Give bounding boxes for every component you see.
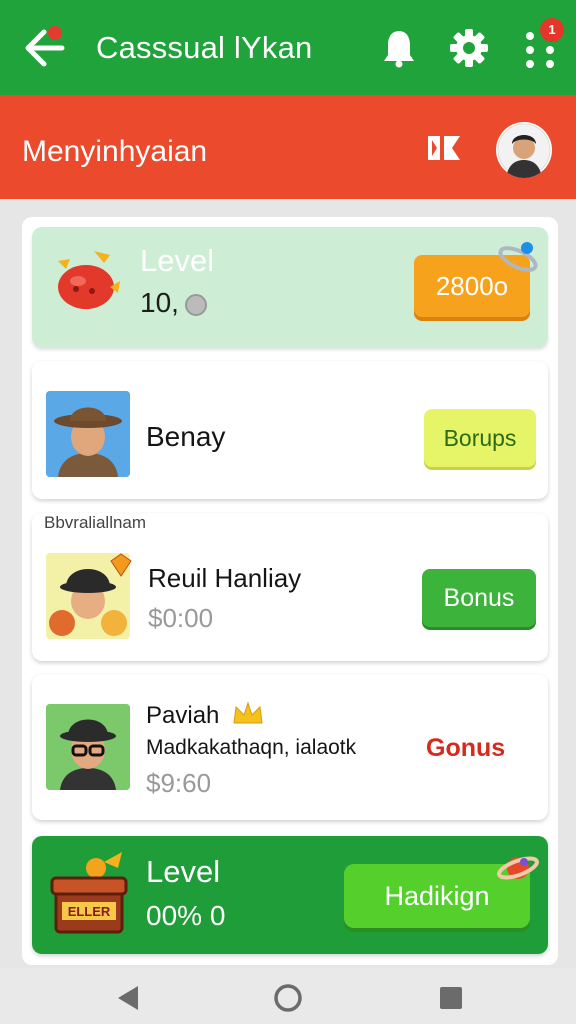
- triangle-back-icon[interactable]: [114, 984, 142, 1012]
- bonus-button[interactable]: Borups: [424, 409, 536, 467]
- app-title: Casssual lYkan: [96, 30, 313, 65]
- list-item[interactable]: Paviah Madkakathaqn, ialaotk $9:60 Gonus: [32, 674, 548, 820]
- flag-icon[interactable]: [424, 132, 464, 164]
- list-item[interactable]: Bbvraliallnam Reuil Hanliay $0:00 Bonus: [32, 513, 548, 661]
- content-panel: Level 10, 2800o Benay Borups Bbvralialln…: [22, 217, 558, 965]
- notification-dot: [48, 26, 62, 40]
- player-name: Benay: [146, 421, 226, 452]
- player-name: Reuil Hanliay: [148, 563, 302, 593]
- bonus-button[interactable]: Bonus: [422, 569, 536, 627]
- player-name: Paviah: [146, 702, 220, 729]
- section-title: Menyinhyaian: [22, 135, 208, 168]
- avatar[interactable]: [496, 122, 552, 178]
- coin-icon: [184, 293, 207, 316]
- price-label: $0:00: [148, 603, 214, 633]
- ring-icon: [498, 242, 538, 272]
- profile-image: [46, 704, 130, 790]
- card-caption: Bbvraliallnam: [44, 513, 147, 532]
- gear-icon[interactable]: [448, 27, 490, 69]
- level-progress: 00% 0: [146, 900, 226, 931]
- profile-image: [46, 391, 130, 477]
- level-value: 10,: [140, 287, 207, 319]
- planet-icon: [497, 856, 539, 880]
- square-recents-icon[interactable]: [438, 985, 464, 1011]
- level-label: Level: [140, 243, 215, 278]
- notification-badge: 1: [540, 18, 564, 42]
- price-label: $9:60: [146, 768, 212, 798]
- fruit-icon: [58, 251, 120, 309]
- section-header: Menyinhyaian: [0, 95, 576, 199]
- circle-home-icon[interactable]: [272, 982, 304, 1014]
- svg-text:ELLER: ELLER: [68, 904, 111, 919]
- crown-icon: [233, 701, 263, 724]
- treasure-chest-icon: ELLER: [50, 852, 128, 934]
- level-card: Level 10, 2800o: [32, 227, 548, 347]
- level-reward-card: ELLER Level 00% 0 Hadikign: [32, 836, 548, 954]
- level-label: Level: [146, 854, 221, 889]
- bonus-link[interactable]: Gonus: [426, 734, 505, 763]
- list-item[interactable]: Benay Borups: [32, 361, 548, 499]
- bell-icon[interactable]: [380, 28, 418, 68]
- app-header: Casssual lYkan 1: [0, 0, 576, 95]
- system-navbar: [0, 968, 576, 1024]
- gem-icon: [110, 553, 132, 577]
- player-description: Madkakathaqn, ialaotk: [146, 736, 357, 759]
